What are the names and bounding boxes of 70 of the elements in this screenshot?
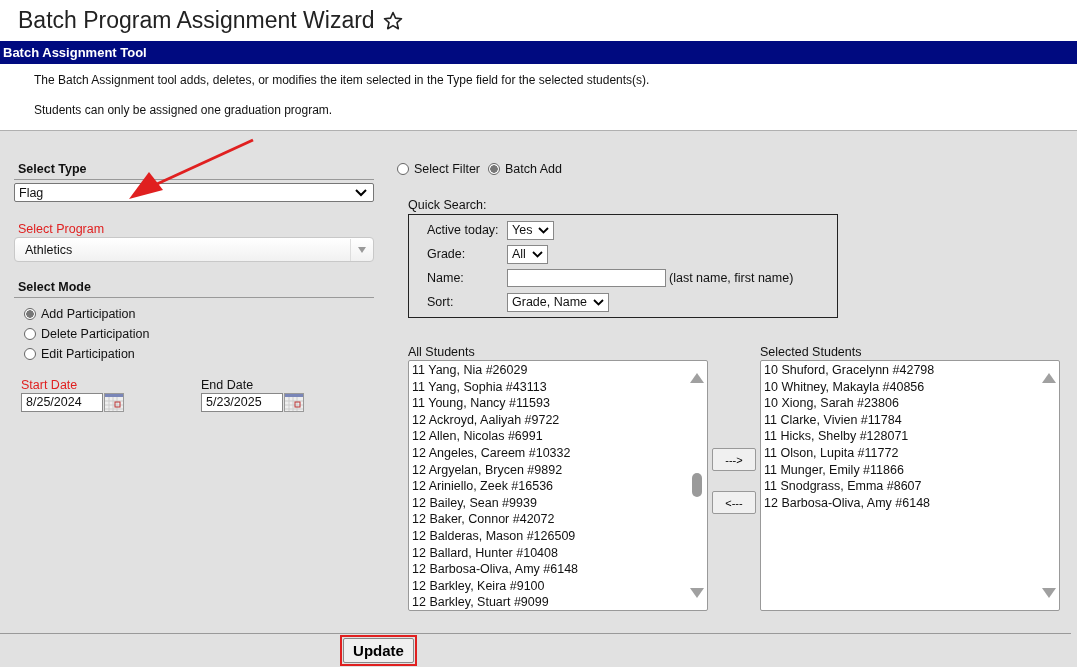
section-header: Batch Assignment Tool: [0, 41, 1077, 64]
student-item[interactable]: 11 Yang, Sophia #43113: [412, 378, 687, 396]
select-mode-label: Select Mode: [14, 280, 374, 298]
field-label: Active today:: [427, 223, 500, 237]
select-program-label: Select Program: [17, 222, 106, 236]
student-item[interactable]: 10 Whitney, Makayla #40856: [764, 378, 1039, 396]
description-text: Students can only be assigned one graduation program.: [34, 104, 334, 117]
student-item[interactable]: 12 Barkley, Stuart #9099: [412, 594, 687, 610]
field-label: Grade:: [427, 247, 467, 261]
quick-search-label: Quick Search:: [408, 198, 488, 212]
list-label: All Students: [408, 345, 476, 359]
student-item[interactable]: 10 Xiong, Sarah #23806: [764, 395, 1039, 412]
chevron-down-icon: [593, 298, 605, 306]
type-dropdown[interactable]: Flag: [14, 183, 374, 202]
program-dropdown[interactable]: Athletics: [14, 237, 374, 262]
scrollbar-thumb[interactable]: [692, 473, 702, 497]
chevron-down-icon: [538, 226, 550, 234]
update-button[interactable]: Update: [343, 638, 414, 663]
student-item[interactable]: 12 Balderas, Mason #126509: [412, 527, 687, 545]
star-icon[interactable]: [382, 10, 403, 31]
hint-text: (last name, first name): [669, 271, 794, 285]
student-item[interactable]: 11 Young, Nancy #11593: [412, 395, 687, 412]
description-text: The Batch Assignment tool adds, deletes, or modifies the item selected in the Type field for the selected students(s).: [34, 74, 651, 87]
date-label: Start Date: [21, 378, 79, 392]
list-label: Selected Students: [760, 345, 863, 359]
mode-radio[interactable]: Add Participation: [24, 307, 374, 321]
date-label: End Date: [201, 378, 255, 392]
mode-radio[interactable]: Delete Participation: [24, 327, 374, 341]
filter-dropdown[interactable]: All: [507, 244, 548, 264]
move-button[interactable]: <---: [712, 491, 756, 514]
student-item[interactable]: 11 Olson, Lupita #11772: [764, 444, 1039, 462]
chevron-down-icon: [531, 250, 543, 258]
source-radio[interactable]: Select Filter: [397, 162, 480, 176]
field-label: Name:: [427, 271, 465, 285]
move-button[interactable]: --->: [712, 448, 756, 471]
student-item[interactable]: 12 Barbosa-Oliva, Amy #6148: [412, 561, 687, 578]
student-item[interactable]: 11 Munger, Emily #11866: [764, 461, 1039, 479]
student-item[interactable]: 12 Allen, Nicolas #6991: [412, 428, 687, 445]
student-item[interactable]: 11 Hicks, Shelby #128071: [764, 428, 1039, 445]
page-title: Batch Program Assignment Wizard: [18, 7, 375, 34]
student-item[interactable]: 12 Barbosa-Oliva, Amy #6148: [764, 494, 1039, 512]
name-input[interactable]: [507, 269, 666, 287]
student-item[interactable]: 12 Argyelan, Brycen #9892: [412, 461, 687, 479]
student-item[interactable]: 12 Bailey, Sean #9939: [412, 494, 687, 512]
selected-student-list[interactable]: [760, 360, 1060, 611]
chevron-down-icon: [355, 188, 367, 197]
student-item[interactable]: 12 Angeles, Careem #10332: [412, 444, 687, 462]
date-field[interactable]: 8/25/2024: [21, 393, 103, 412]
filter-dropdown[interactable]: Yes: [507, 220, 555, 240]
scroll-down-icon[interactable]: [1042, 588, 1056, 598]
student-item[interactable]: 11 Snodgrass, Emma #8607: [764, 478, 1039, 495]
student-item[interactable]: 12 Ackroyd, Aaliyah #9722: [412, 411, 687, 429]
student-item[interactable]: 12 Barkley, Keira #9100: [412, 577, 687, 595]
student-item[interactable]: 11 Yang, Nia #26029: [412, 362, 687, 379]
student-item[interactable]: 12 Ballard, Hunter #10408: [412, 544, 687, 562]
calendar-icon[interactable]: [104, 393, 124, 412]
field-label: Sort:: [427, 295, 455, 309]
scroll-up-icon[interactable]: [1042, 373, 1056, 383]
scroll-up-icon[interactable]: [690, 373, 704, 383]
filter-dropdown[interactable]: Grade, Name: [507, 292, 610, 312]
student-item[interactable]: 12 Ariniello, Zeek #16536: [412, 478, 687, 495]
date-field[interactable]: 5/23/2025: [201, 393, 283, 412]
source-radio[interactable]: Batch Add: [488, 162, 562, 176]
student-item[interactable]: 12 Baker, Connor #42072: [412, 511, 687, 528]
scroll-down-icon[interactable]: [690, 588, 704, 598]
calendar-icon[interactable]: [284, 393, 304, 412]
mode-radio[interactable]: Edit Participation: [24, 347, 374, 361]
student-item[interactable]: 11 Clarke, Vivien #11784: [764, 411, 1039, 429]
student-item[interactable]: 10 Shuford, Gracelynn #42798: [764, 362, 1039, 379]
student-list[interactable]: [408, 360, 708, 611]
